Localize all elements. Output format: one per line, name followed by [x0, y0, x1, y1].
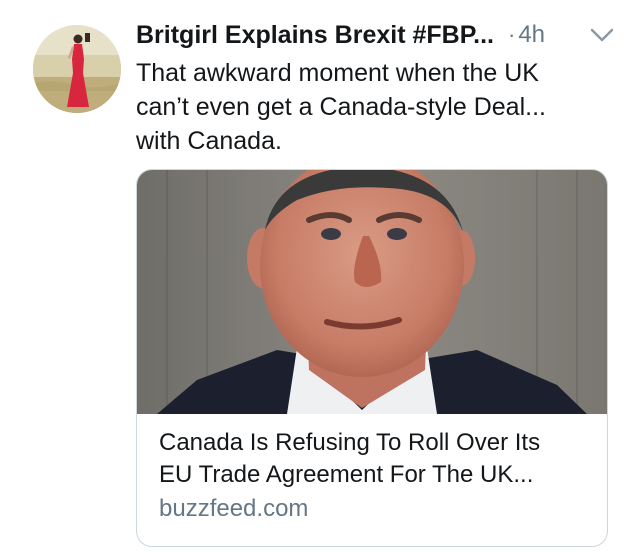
- author-name[interactable]: Britgirl Explains Brexit #FBP...: [136, 21, 494, 50]
- link-preview-card[interactable]: Canada Is Refusing To Roll Over Its EU T…: [136, 169, 608, 547]
- card-domain: buzzfeed.com: [159, 495, 309, 522]
- card-title-line: EU Trade Agreement For The UK...: [159, 461, 534, 488]
- chevron-down-icon[interactable]: [588, 20, 616, 50]
- timestamp[interactable]: 4h: [518, 21, 545, 49]
- card-body[interactable]: Canada Is Refusing To Roll Over Its EU T…: [137, 414, 607, 525]
- tweet-text-line: can’t even get a Canada-style Deal...: [136, 93, 546, 121]
- card-image[interactable]: [137, 170, 607, 414]
- avatar-image: [33, 25, 121, 113]
- tweet-text-line: That awkward moment when the UK: [136, 59, 539, 87]
- tweet-header: Britgirl Explains Brexit #FBP... · 4h: [136, 18, 616, 52]
- tweet-text: That awkward moment when the UK can’t ev…: [136, 56, 616, 158]
- tweet[interactable]: Britgirl Explains Brexit #FBP... · 4h Th…: [0, 0, 640, 557]
- meta-separator: ·: [507, 22, 516, 47]
- card-title-line: Canada Is Refusing To Roll Over Its: [159, 429, 541, 456]
- tweet-text-line: with Canada.: [136, 127, 282, 155]
- avatar[interactable]: [33, 25, 121, 113]
